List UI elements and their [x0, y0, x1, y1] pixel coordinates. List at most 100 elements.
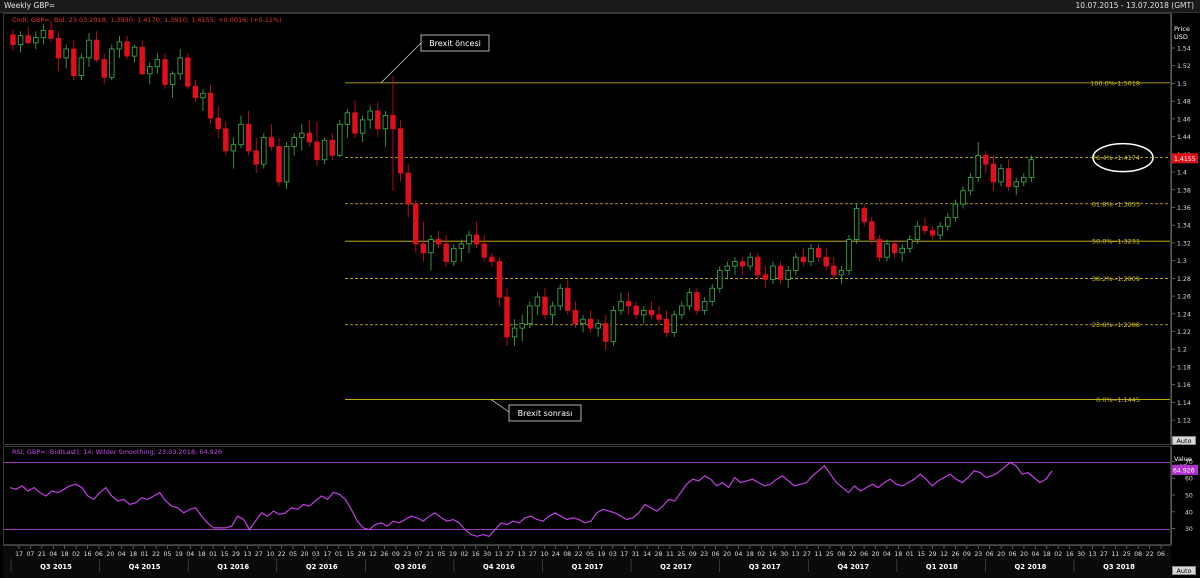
- candle-body: [534, 296, 541, 307]
- day-tick-label: 21: [426, 551, 434, 558]
- candle-body: [800, 256, 807, 263]
- candle-body: [63, 48, 69, 59]
- price-tick-label: 1.52: [1177, 63, 1191, 70]
- day-tick-label: 02: [757, 551, 765, 558]
- candle-body: [169, 73, 176, 85]
- candle-body: [71, 48, 77, 76]
- day-tick-label: 23: [700, 551, 708, 558]
- candle-body: [261, 137, 267, 165]
- price-axis-title: Price: [1174, 25, 1190, 33]
- candle-body: [686, 292, 693, 307]
- candle-body: [154, 59, 161, 68]
- rsi-pane[interactable]: RSI; GBP=; Bid(Last); 14; Wilder Smoothi…: [3, 446, 1171, 545]
- candle-body: [747, 256, 753, 267]
- day-tick-label: 07: [415, 551, 423, 558]
- candle-body: [223, 128, 229, 152]
- candle-body: [192, 85, 199, 99]
- candle-body: [846, 239, 852, 271]
- day-tick-label: 27: [803, 551, 811, 558]
- day-tick-label: 22: [152, 551, 160, 558]
- candle-body: [641, 309, 647, 316]
- day-tick-label: 02: [460, 551, 468, 558]
- candle-body: [147, 66, 153, 75]
- price-auto-button[interactable]: Auto: [1172, 436, 1196, 445]
- date-range: 10.07.2015 - 13.07.2018 (GMT): [1075, 1, 1194, 10]
- day-tick-label: 25: [677, 551, 685, 558]
- time-axis[interactable]: 17 07 21 04 18 02 16 06 20 04 18 01 22 05 19 04 18 01 15 29…: [3, 545, 1171, 578]
- price-tick-label: 1.48: [1177, 99, 1191, 106]
- day-tick-label: 24: [552, 551, 560, 558]
- candle-body: [876, 239, 883, 258]
- candle-body: [793, 256, 799, 271]
- day-tick-label: 13: [792, 551, 800, 558]
- day-tick-label: 02: [1054, 551, 1062, 558]
- candle-body: [739, 261, 746, 267]
- quarter-label: Q4 2016: [483, 563, 515, 571]
- annotation-pointer: [380, 42, 422, 84]
- day-tick-label: 04: [1031, 551, 1039, 558]
- candle-body: [884, 243, 890, 258]
- price-axis-unit: USD: [1174, 33, 1188, 41]
- time-auto-button[interactable]: Auto: [1172, 566, 1196, 575]
- window-title: Weekly GBP=: [4, 1, 56, 10]
- price-axis-svg: PriceUSD1.11.121.141.161.181.21.221.241.…: [1172, 25, 1198, 442]
- candle-body: [899, 247, 905, 254]
- day-tick-label: 13: [1089, 551, 1097, 558]
- price-tick-label: 1.36: [1177, 205, 1191, 212]
- day-tick-label: 11: [814, 551, 822, 558]
- price-plot[interactable]: Cndl; GBP=; Bid; 23.03.2018; 1.3930; 1.4…: [4, 14, 1170, 444]
- day-tick-label: 04: [735, 551, 743, 558]
- price-tick-label: 1.46: [1177, 116, 1191, 123]
- price-tick-label: 1.18: [1177, 364, 1191, 371]
- candle-body: [519, 323, 525, 329]
- candle-body: [717, 270, 723, 289]
- day-tick-label: 29: [929, 551, 937, 558]
- candle-body: [139, 46, 145, 75]
- day-tick-label: 23: [403, 551, 411, 558]
- day-tick-label: 20: [997, 551, 1005, 558]
- candle-body: [314, 141, 320, 161]
- day-tick-label: 05: [586, 551, 594, 558]
- price-tick-label: 1.34: [1177, 223, 1191, 230]
- candle-body: [367, 110, 373, 121]
- candle-body: [473, 234, 480, 245]
- candle-body: [648, 309, 655, 316]
- candle-body: [671, 314, 677, 333]
- candle-body: [625, 301, 632, 307]
- rsi-line: [9, 461, 1053, 537]
- price-pane[interactable]: Cndl; GBP=; Bid; 23.03.2018; 1.3930; 1.4…: [3, 13, 1171, 445]
- candle-body: [109, 48, 115, 78]
- rsi-plot[interactable]: RSI; GBP=; Bid(Last); 14; Wilder Smoothi…: [4, 447, 1170, 544]
- day-tick-label: 22: [575, 551, 583, 558]
- last-price-tag: 1.4155: [1174, 156, 1196, 163]
- candle-body: [929, 230, 936, 236]
- price-axis[interactable]: PriceUSD1.11.121.141.161.181.21.221.241.…: [1171, 13, 1198, 445]
- candle-body: [344, 112, 351, 125]
- day-tick-label: 10: [540, 551, 548, 558]
- candle-body: [405, 172, 411, 205]
- candle-body: [93, 39, 100, 61]
- candle-body: [40, 29, 47, 38]
- day-tick-label: 31: [632, 551, 640, 558]
- candle-body: [952, 203, 959, 218]
- candle-body: [724, 265, 731, 271]
- candle-body: [86, 39, 92, 59]
- day-tick-label: 01: [906, 551, 914, 558]
- day-tick-label: 06: [95, 551, 103, 558]
- day-tick-label: 01: [141, 551, 149, 558]
- candle-body: [359, 119, 366, 134]
- candle-body: [207, 92, 214, 119]
- day-tick-label: 04: [186, 551, 194, 558]
- quarter-label: Q3 2017: [749, 563, 781, 571]
- price-tick-label: 1.16: [1177, 382, 1191, 389]
- candle-body: [907, 239, 913, 249]
- candle-body: [633, 305, 639, 316]
- candle-body: [25, 35, 31, 44]
- day-tick-label: 06: [1157, 551, 1165, 558]
- quarter-label: Q1 2016: [217, 563, 249, 571]
- day-tick-label: 12: [940, 551, 948, 558]
- rsi-axis[interactable]: ValueUSD304050607064.926: [1171, 446, 1198, 545]
- day-tick-label: 01: [335, 551, 343, 558]
- candle-body: [701, 301, 708, 311]
- candle-body: [595, 323, 601, 329]
